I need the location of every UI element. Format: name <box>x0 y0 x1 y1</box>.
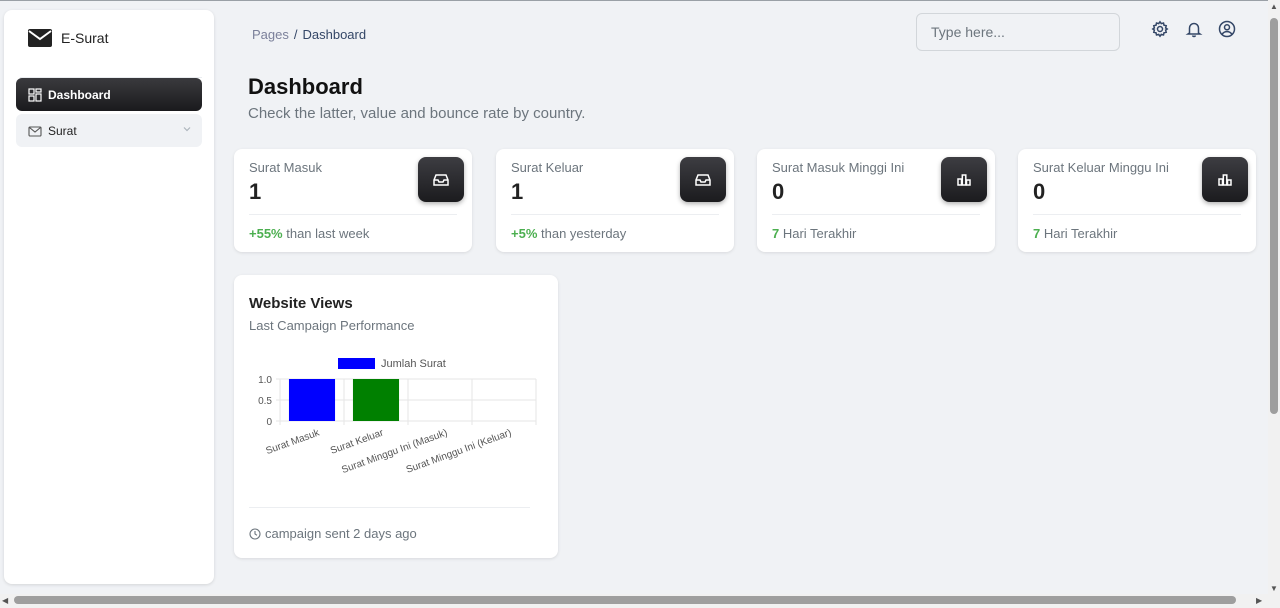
website-views-card: Website Views Last Campaign Performance … <box>234 275 558 558</box>
inbox-icon <box>418 157 464 202</box>
sidebar-item-dashboard[interactable]: Dashboard <box>16 78 202 111</box>
stat-label: Surat Masuk <box>249 160 322 175</box>
brand[interactable]: E-Surat <box>27 28 108 48</box>
chart-bar <box>288 379 336 421</box>
stat-card-surat-masuk-minggu-ini: Surat Masuk Minggi Ini 0 7 Hari Terakhir <box>757 149 995 252</box>
settings-icon[interactable] <box>1151 20 1169 38</box>
card-divider <box>511 214 719 215</box>
x-tick-label: Surat Minggu Ini (Masuk) <box>340 427 449 476</box>
stat-value: 0 <box>772 179 785 204</box>
vertical-scrollbar[interactable]: ▲ ▼ <box>1268 0 1280 596</box>
card-divider <box>772 214 980 215</box>
page-subtitle: Check the latter, value and bounce rate … <box>248 105 586 122</box>
clock-icon <box>249 527 261 540</box>
page-title: Dashboard <box>248 74 363 99</box>
stat-card-surat-keluar-minggu-ini: Surat Keluar Minggu Ini 0 7 Hari Terakhi… <box>1018 149 1256 252</box>
y-tick-label: 0.5 <box>258 396 272 407</box>
bar-chart-icon <box>1202 157 1248 202</box>
sidebar-item-label: Surat <box>48 123 77 138</box>
stat-label: Surat Masuk Minggi Ini <box>772 160 905 175</box>
window-top-border <box>0 0 1280 1</box>
bell-icon[interactable] <box>1185 20 1203 38</box>
breadcrumb: Pages / Dashboard <box>252 27 366 42</box>
dashboard-icon <box>28 87 42 102</box>
stat-footer: +5% than yesterday <box>511 226 627 241</box>
legend-label: Jumlah Surat <box>381 358 446 370</box>
stat-card-surat-masuk: Surat Masuk 1 +55% than last week <box>234 149 472 252</box>
inbox-icon <box>680 157 726 202</box>
horizontal-scroll-thumb[interactable] <box>14 596 1236 604</box>
bar-chart: 00.51.0Surat Masuk Surat KeluarSurat Ming… <box>258 358 537 476</box>
stat-value: 1 <box>249 179 262 204</box>
x-tick-label: Surat Minggu Ini (Keluar) <box>405 427 513 475</box>
sidebar: E-Surat Dashboard Surat <box>4 10 214 584</box>
chevron-down-icon <box>182 124 192 137</box>
mail-icon <box>28 124 42 138</box>
legend-swatch <box>338 358 375 369</box>
stat-footer: 7 Hari Terakhir <box>772 226 857 241</box>
card-divider <box>249 214 457 215</box>
envelope-logo-icon <box>28 29 52 47</box>
stat-label: Surat Keluar <box>511 160 584 175</box>
brand-name: E-Surat <box>61 30 109 46</box>
breadcrumb-separator: / <box>293 27 298 42</box>
vertical-scroll-thumb[interactable] <box>1270 18 1278 414</box>
stat-card-surat-keluar: Surat Keluar 1 +5% than yesterday <box>496 149 734 252</box>
breadcrumb-current: Dashboard <box>302 27 367 42</box>
stat-value: 1 <box>511 179 524 204</box>
y-tick-label: 1.0 <box>258 375 272 386</box>
horizontal-scrollbar[interactable]: ◀ ▶ <box>0 594 1280 608</box>
sidebar-item-surat[interactable]: Surat <box>16 114 202 147</box>
y-tick-label: 0 <box>266 417 272 428</box>
chart-card-footer: campaign sent 2 days ago <box>249 526 417 541</box>
scroll-down-arrow-icon[interactable]: ▼ <box>1270 584 1278 593</box>
x-tick-label: Surat Masuk <box>265 427 322 457</box>
card-divider <box>249 507 530 508</box>
sidebar-item-label: Dashboard <box>48 87 111 102</box>
scroll-right-arrow-icon[interactable]: ▶ <box>1256 596 1262 605</box>
stat-value: 0 <box>1033 179 1046 204</box>
card-divider <box>1033 214 1241 215</box>
chart-footer-text: campaign sent 2 days ago <box>265 526 417 541</box>
bar-chart-icon <box>941 157 987 202</box>
stat-footer: 7 Hari Terakhir <box>1033 226 1118 241</box>
stat-footer: +55% than last week <box>249 226 370 241</box>
chart-bar <box>352 379 400 421</box>
breadcrumb-root[interactable]: Pages <box>252 27 289 42</box>
scroll-up-arrow-icon[interactable]: ▲ <box>1270 2 1278 11</box>
scroll-left-arrow-icon[interactable]: ◀ <box>2 596 8 605</box>
search-input[interactable] <box>916 13 1120 51</box>
stat-label: Surat Keluar Minggu Ini <box>1033 160 1169 175</box>
user-circle-icon[interactable] <box>1218 20 1236 38</box>
